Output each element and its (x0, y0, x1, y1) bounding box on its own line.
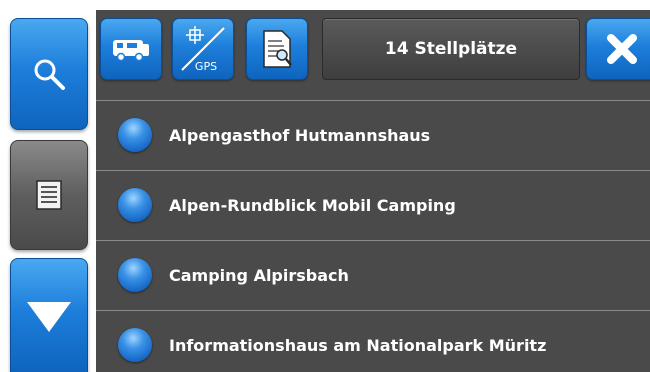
app-screen: GPS 14 Stellplätze Alpengasthof Hutmanns… (0, 0, 650, 372)
list-item[interactable]: Camping Alpirsbach (96, 240, 650, 309)
document-search-button[interactable] (246, 18, 308, 80)
search-icon (32, 57, 66, 91)
left-rail (0, 0, 96, 372)
place-name: Alpengasthof Hutmannshaus (169, 125, 431, 145)
list-item[interactable]: Informationshaus am Nationalpark Müritz (96, 310, 650, 372)
list-item[interactable]: Alpen-Rundblick Mobil Camping (96, 170, 650, 239)
place-name: Alpen-Rundblick Mobil Camping (169, 195, 456, 215)
gps-label: GPS (195, 60, 217, 73)
camper-icon (111, 35, 151, 63)
toolbar-bar: GPS 14 Stellplätze (96, 10, 650, 100)
list-view-button[interactable] (10, 140, 88, 250)
scroll-down-button[interactable] (10, 258, 88, 372)
camper-filter-button[interactable] (100, 18, 162, 80)
place-marker-icon (118, 258, 152, 292)
place-marker-icon (118, 188, 152, 222)
close-icon (606, 33, 638, 65)
place-marker-icon (118, 328, 152, 362)
down-arrow-icon (24, 296, 74, 336)
results-count-title: 14 Stellplätze (322, 18, 580, 80)
list-item[interactable]: Alpengasthof Hutmannshaus (96, 100, 650, 169)
close-button[interactable] (586, 18, 650, 80)
gps-icon: GPS (176, 22, 230, 76)
list-icon (36, 180, 62, 210)
place-marker-icon (118, 118, 152, 152)
search-button[interactable] (10, 18, 88, 130)
main-panel: GPS 14 Stellplätze Alpengasthof Hutmanns… (96, 0, 650, 372)
place-name: Camping Alpirsbach (169, 265, 349, 285)
place-name: Informationshaus am Nationalpark Müritz (169, 335, 547, 355)
document-search-icon (260, 29, 294, 69)
gps-button[interactable]: GPS (172, 18, 234, 80)
toolbar: GPS 14 Stellplätze (96, 0, 650, 100)
